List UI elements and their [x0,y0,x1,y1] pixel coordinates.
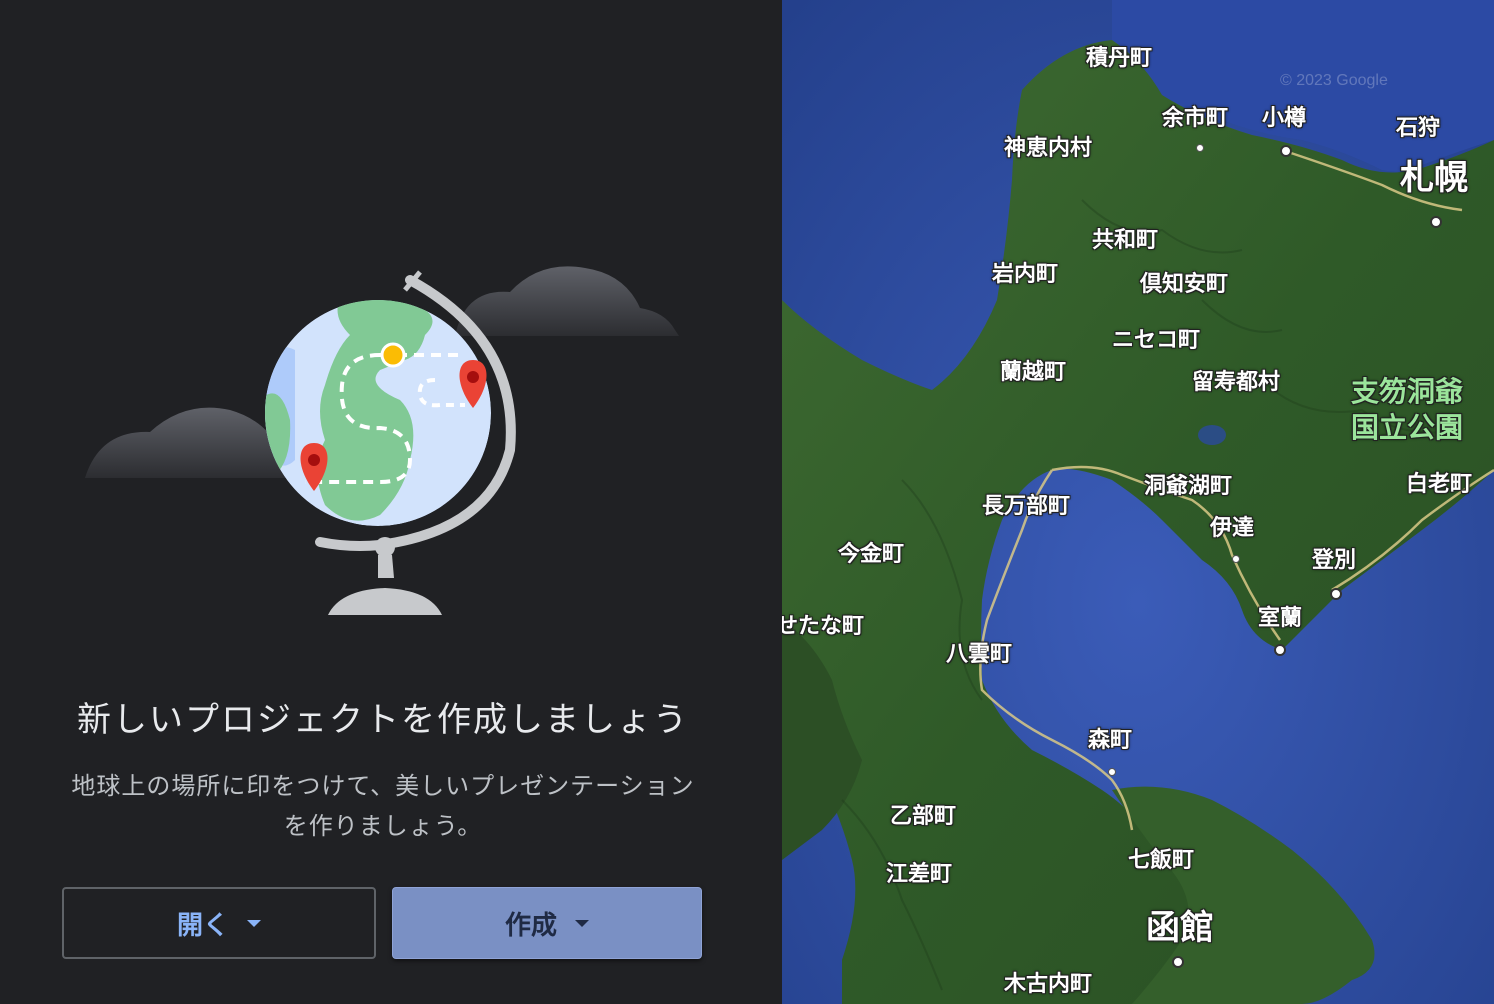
map-label-otaru[interactable]: 小樽 [1262,100,1306,132]
map-label-shiraoi[interactable]: 白老町 [1406,466,1472,498]
map-label-shikotsu-toya-park[interactable]: 支笏洞爺国立公園 [1342,374,1472,446]
map-label-kamoenai[interactable]: 神恵内村 [1004,130,1092,162]
map-label-esashi[interactable]: 江差町 [886,856,952,888]
map-label-yoichi[interactable]: 余市町 [1162,100,1228,132]
map-label-ishikari[interactable]: 石狩 [1396,110,1440,142]
location-dot-icon [380,342,406,368]
chevron-down-icon [575,919,589,927]
open-button-label: 開く [176,910,229,941]
map-label-nanae[interactable]: 七飯町 [1128,842,1194,874]
create-button[interactable]: 作成 [392,887,702,959]
map-label-muroran[interactable]: 室蘭 [1258,600,1302,632]
map-label-oshamambe[interactable]: 長万部町 [982,488,1070,520]
map-marker-mori [1108,768,1116,776]
map-credit: © 2023 Google [1280,72,1388,89]
map-marker-date [1232,555,1240,563]
cloud-left-icon [85,407,295,478]
map-label-otobe[interactable]: 乙部町 [890,798,956,830]
app-root: 新しいプロジェクトを作成しましょう 地球上の場所に印をつけて、美しいプレゼンテー… [0,0,1494,1004]
map-label-kyowa[interactable]: 共和町 [1092,222,1158,254]
globe-icon [265,300,491,526]
map-marker-sapporo [1430,216,1442,228]
globe-base [328,588,442,615]
map-label-niseko[interactable]: ニセコ町 [1112,322,1200,354]
satellite-map[interactable]: © 2023 Google 積丹町 余市町 小樽 石狩 札幌 神恵内村 共和町 … [782,0,1494,1004]
map-label-hakodate[interactable]: 函館 [1146,900,1214,949]
map-label-kutchan[interactable]: 倶知安町 [1140,266,1228,298]
map-label-rusutsu[interactable]: 留寿都村 [1192,364,1280,396]
map-label-iwanai[interactable]: 岩内町 [992,256,1058,288]
map-label-rankoshi[interactable]: 蘭越町 [1000,354,1066,386]
welcome-description: 地球上の場所に印をつけて、美しいプレゼンテーションを作りましょう。 [71,772,695,840]
chevron-down-icon [247,919,261,927]
map-marker-yoichi [1196,144,1204,152]
map-label-kikonai[interactable]: 木古内町 [1004,966,1092,998]
map-marker-noboribetsu [1330,588,1342,600]
map-label-toyako[interactable]: 洞爺湖町 [1144,468,1232,500]
map-marker-muroran [1274,644,1286,656]
map-marker-hakodate [1172,956,1184,968]
cloud-right-icon [455,266,679,336]
map-label-shakotan[interactable]: 積丹町 [1086,40,1152,72]
welcome-panel: 新しいプロジェクトを作成しましょう 地球上の場所に印をつけて、美しいプレゼンテー… [0,0,782,1004]
open-button[interactable]: 開く [62,887,376,959]
globe-illustration [85,266,679,615]
map-label-setana[interactable]: せたな町 [782,608,864,640]
map-label-noboribetsu[interactable]: 登別 [1312,542,1356,574]
map-label-imakane[interactable]: 今金町 [838,536,904,568]
map-label-yakumo[interactable]: 八雲町 [946,636,1012,668]
map-marker-otaru [1280,145,1292,157]
map-label-sapporo[interactable]: 札幌 [1400,150,1468,199]
create-button-label: 作成 [504,910,557,941]
map-label-mori[interactable]: 森町 [1088,722,1132,754]
map-label-date[interactable]: 伊達 [1210,510,1254,542]
welcome-heading: 新しいプロジェクトを作成しましょう [77,700,689,740]
